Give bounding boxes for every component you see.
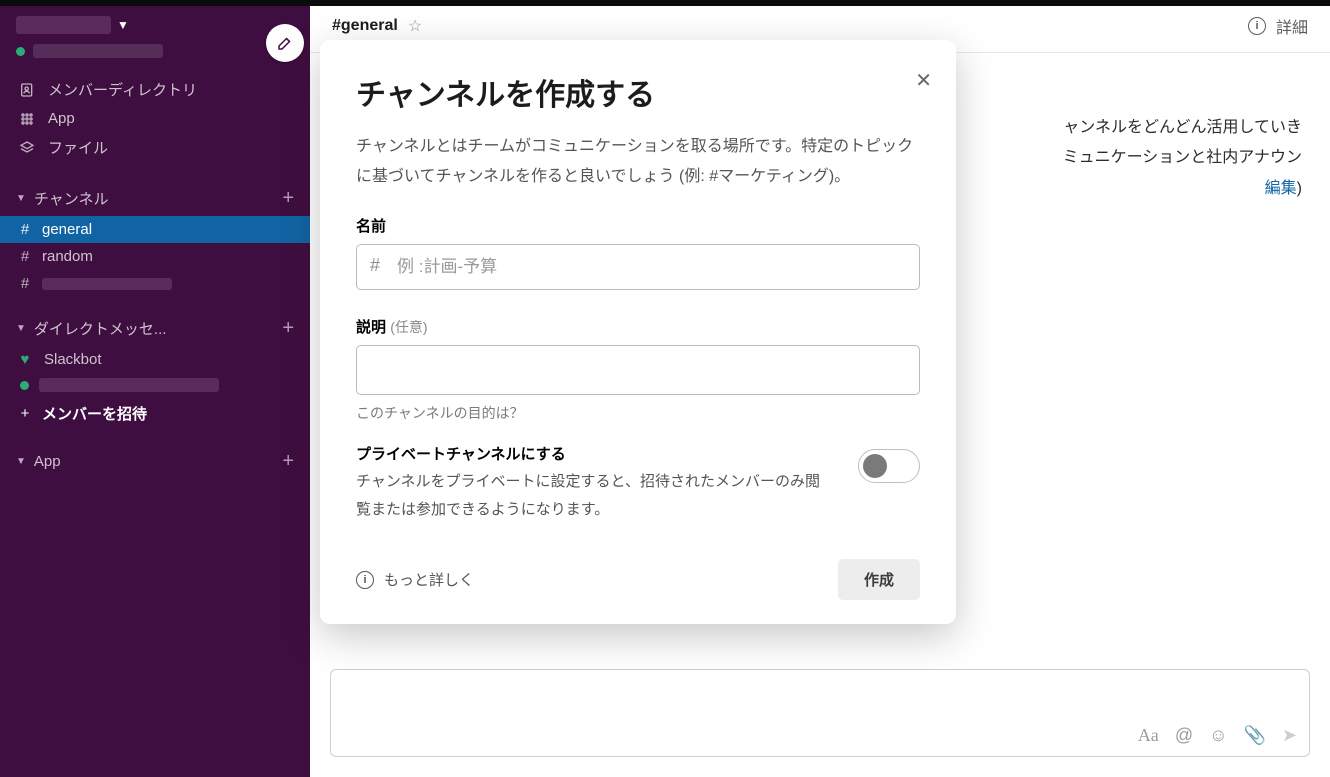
info-icon: i [356, 571, 374, 589]
hash-icon: # [370, 255, 380, 276]
modal-description: チャンネルとはチームがコミュニケーションを取る場所です。特定のトピックに基づいて… [356, 132, 920, 193]
channel-name-input[interactable] [356, 244, 920, 290]
toggle-knob [863, 454, 887, 478]
modal-footer: i もっと詳しく 作成 [356, 559, 920, 600]
private-toggle[interactable] [858, 449, 920, 483]
private-text: プライベートチャンネルにする チャンネルをプライベートに設定すると、招待されたメ… [356, 443, 834, 524]
learn-more-label: もっと詳しく [384, 569, 474, 590]
private-sub: チャンネルをプライベートに設定すると、招待されたメンバーのみ閲覧または参加できる… [356, 468, 834, 524]
name-input-wrap: # [356, 244, 920, 290]
close-icon[interactable]: ✕ [915, 68, 932, 93]
private-title: プライベートチャンネルにする [356, 443, 834, 464]
desc-helper: このチャンネルの目的は？ [356, 403, 920, 423]
window-top-bar [0, 0, 1330, 6]
create-button[interactable]: 作成 [838, 559, 920, 600]
desc-label-text: 説明 [356, 319, 386, 336]
create-channel-modal: ✕ チャンネルを作成する チャンネルとはチームがコミュニケーションを取る場所です… [320, 40, 956, 624]
desc-label: 説明 (任意) [356, 316, 920, 337]
name-label: 名前 [356, 215, 920, 236]
desc-optional: (任意) [390, 319, 427, 335]
modal-title: チャンネルを作成する [356, 70, 920, 114]
learn-more-link[interactable]: i もっと詳しく [356, 569, 474, 590]
private-row: プライベートチャンネルにする チャンネルをプライベートに設定すると、招待されたメ… [356, 443, 920, 524]
channel-desc-input[interactable] [356, 345, 920, 395]
